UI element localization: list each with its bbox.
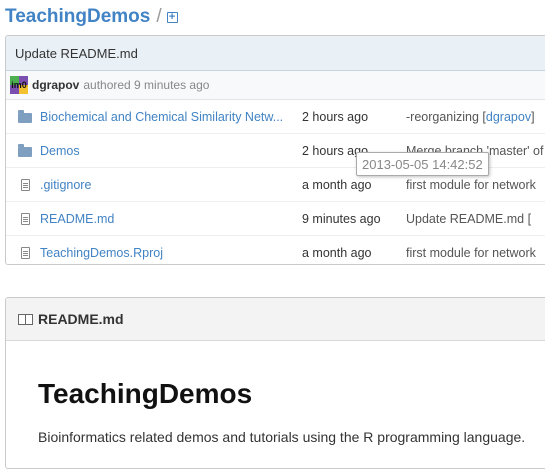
file-name-link[interactable]: Biochemical and Chemical Similarity Netw… (40, 110, 302, 124)
avatar-text: im0 (11, 80, 27, 90)
file-commit-tail: ] (531, 109, 535, 124)
file-commit-text: -reorganizing [ (406, 109, 486, 124)
readme-panel: README.md TeachingDemos Bioinformatics r… (5, 297, 545, 469)
file-name-link[interactable]: TeachingDemos.Rproj (40, 246, 302, 260)
latest-commit-bar[interactable]: Update README.md (6, 36, 545, 71)
timestamp-tooltip: 2013-05-05 14:42:52 (356, 152, 489, 176)
file-row: Biochemical and Chemical Similarity Netw… (6, 100, 545, 134)
file-age[interactable]: a month ago (302, 246, 406, 260)
file-commit-message[interactable]: first module for network (406, 178, 536, 192)
readme-header: README.md (6, 298, 545, 341)
folder-icon (18, 143, 32, 157)
plus-file-icon[interactable]: + (166, 11, 178, 23)
book-icon (18, 313, 33, 325)
file-row: TeachingDemos.Rproj a month ago first mo… (6, 236, 545, 264)
commit-meta: im0 dgrapov authored 9 minutes ago (6, 71, 545, 100)
folder-icon (18, 109, 32, 123)
commit-authored-time: authored 9 minutes ago (83, 78, 210, 92)
file-name-link[interactable]: Demos (40, 144, 302, 158)
file-commit-author-link[interactable]: dgrapov (486, 110, 531, 124)
file-icon (18, 178, 32, 191)
file-row: README.md 9 minutes ago Update README.md… (6, 202, 545, 236)
file-icon (18, 212, 32, 225)
file-icon (18, 246, 32, 259)
file-name-link[interactable]: README.md (40, 212, 302, 226)
commit-author-link[interactable]: dgrapov (32, 78, 79, 92)
file-commit-message[interactable]: -reorganizing [dgrapov] (406, 110, 535, 124)
readme-title: TeachingDemos (38, 378, 253, 409)
commit-message[interactable]: Update README.md (15, 46, 138, 61)
file-age[interactable]: 2 hours ago (302, 110, 406, 124)
avatar[interactable]: im0 (10, 76, 28, 94)
repo-name-link[interactable]: TeachingDemos (5, 6, 150, 28)
file-age[interactable]: 9 minutes ago (302, 212, 406, 226)
file-age[interactable]: a month ago (302, 178, 406, 192)
file-commit-message[interactable]: Update README.md [ (406, 212, 531, 226)
path-separator: / (156, 6, 162, 27)
file-commit-message[interactable]: first module for network (406, 246, 536, 260)
readme-filename: README.md (38, 311, 124, 327)
file-browser: Update README.md im0 dgrapov authored 9 … (5, 35, 545, 265)
repo-header: TeachingDemos / + (5, 4, 178, 30)
file-name-link[interactable]: .gitignore (40, 178, 302, 192)
readme-description: Bioinformatics related demos and tutoria… (38, 429, 526, 445)
